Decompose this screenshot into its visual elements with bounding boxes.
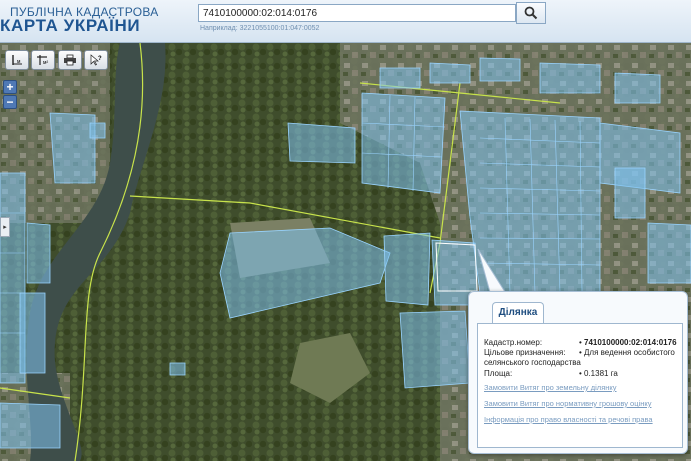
ownership-info-link[interactable]: Інформація про право власності та речові…	[484, 415, 653, 424]
ruler-length-icon: м	[12, 55, 22, 65]
search-icon	[524, 6, 538, 20]
parcel-info-popup: Ділянка Кадастр.номер: • 7410100000:02:0…	[468, 291, 688, 454]
search-example-hint: Наприклад: 3221055100:01:047:0052	[200, 25, 320, 32]
zoom-in-button[interactable]: +	[3, 80, 17, 94]
print-button[interactable]	[58, 50, 82, 70]
help-cursor-icon: ?	[90, 54, 102, 66]
info-cursor-button[interactable]: ?	[84, 50, 108, 70]
popup-body: Кадастр.номер: • 7410100000:02:014:0176 …	[477, 323, 683, 448]
search-button[interactable]	[516, 2, 546, 24]
measure-area-button[interactable]: м²	[31, 50, 55, 70]
svg-text:м: м	[17, 59, 21, 65]
cadastral-search-input[interactable]	[198, 4, 516, 22]
measure-distance-button[interactable]: м	[5, 50, 29, 70]
field-value: 7410100000:02:014:0176	[584, 338, 677, 347]
field-value: 0.1381 га	[584, 369, 618, 378]
bullet-icon: •	[579, 369, 582, 378]
zoom-out-button[interactable]: −	[3, 95, 17, 109]
order-land-extract-link[interactable]: Замовити Витяг про земельну ділянку	[484, 383, 617, 392]
field-label: Площа:	[484, 369, 513, 378]
tab-parcel[interactable]: Ділянка	[492, 302, 544, 323]
svg-text:м²: м²	[43, 60, 48, 66]
logo-line-2: КАРТА УКРАЇНИ	[0, 16, 141, 35]
side-panel-toggle[interactable]: ▸	[0, 217, 10, 237]
field-label: Кадастр.номер:	[484, 338, 543, 347]
bullet-icon: •	[579, 338, 582, 347]
order-valuation-extract-link[interactable]: Замовити Витяг про нормативну грошову оц…	[484, 399, 651, 408]
field-value: Для ведення особистого селянського госпо…	[484, 348, 675, 367]
field-purpose-value-wrap: Для ведення особистого селянського госпо…	[484, 348, 679, 368]
svg-text:?: ?	[98, 56, 102, 62]
print-icon	[64, 54, 76, 66]
ruler-area-icon: м²	[37, 55, 48, 66]
header-bar: ПУБЛІЧНА КАДАСТРОВА КАРТА УКРАЇНИ Наприк…	[0, 0, 691, 43]
